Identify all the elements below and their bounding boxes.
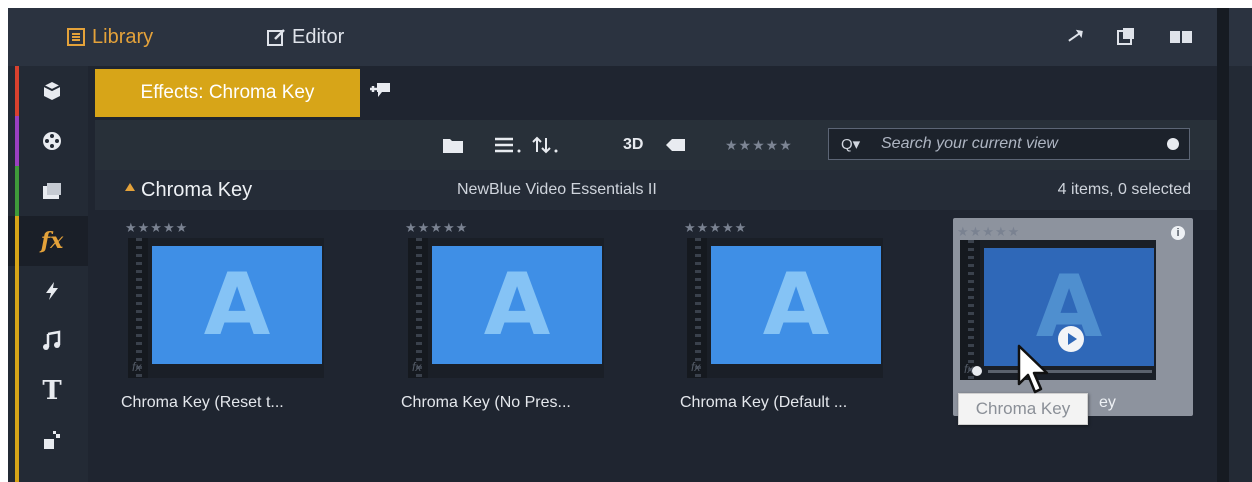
search-box[interactable]: Q▾ Search your current view — [828, 128, 1190, 160]
folder-icon[interactable] — [442, 133, 464, 157]
sidebar-item-montage[interactable] — [8, 416, 88, 466]
effect-item[interactable]: ★★★★★ A fx Chroma Key (Default ... — [680, 214, 940, 414]
pin-tab-icon[interactable] — [368, 79, 392, 103]
item-rating[interactable]: ★★★★★ — [405, 220, 468, 236]
preview-scrubber[interactable] — [988, 370, 1152, 373]
sidebar-item-effects[interactable]: fx — [8, 216, 88, 266]
sidebar-item-project-bins[interactable] — [8, 66, 88, 116]
filmstrip-icon — [408, 238, 428, 378]
effect-thumbnail[interactable]: A fx — [128, 238, 324, 378]
titles-icon: T — [42, 376, 62, 406]
app-window: Library Editor fx T Effects: Chroma Key … — [8, 8, 1252, 482]
sidebar-item-disc-menus[interactable] — [8, 166, 88, 216]
tab-editor-label: Editor — [292, 25, 345, 48]
top-bar: Library Editor — [8, 8, 1217, 66]
view-3d-toggle[interactable]: 3D — [623, 133, 643, 157]
effect-thumbnail[interactable]: A fx — [408, 238, 604, 378]
category-color-bar — [15, 216, 19, 266]
transitions-icon — [39, 278, 65, 304]
list-view-icon[interactable] — [493, 133, 523, 157]
library-icon — [66, 27, 86, 47]
item-rating[interactable]: ★★★★★ — [125, 220, 188, 236]
play-preview-icon[interactable] — [1058, 326, 1084, 352]
item-label: Chroma Key (No Pres... — [401, 394, 571, 411]
section-header: Chroma Key NewBlue Video Essentials II 4… — [95, 170, 1217, 210]
fx-icon: fx — [691, 360, 701, 374]
rating-filter[interactable]: ★★★★★ — [725, 133, 793, 157]
item-rating[interactable]: ★★★★★ — [957, 224, 1020, 240]
effect-item-hovered[interactable]: ★★★★★ i A fx ey — [953, 218, 1193, 416]
thumbnail-letter: A — [483, 255, 551, 355]
category-color-bar — [15, 166, 19, 216]
filmstrip-icon — [687, 238, 707, 378]
thumbnail-frame: A — [152, 246, 322, 364]
montage-icon — [39, 428, 65, 454]
sidebar-item-media[interactable] — [8, 116, 88, 166]
thumbnail-frame: A — [432, 246, 602, 364]
effects-chroma-key-tab[interactable]: Effects: Chroma Key — [95, 69, 360, 117]
category-color-bar — [15, 116, 19, 166]
audio-icon — [39, 328, 65, 354]
category-color-bar — [15, 416, 19, 466]
fx-icon: fx — [964, 362, 974, 376]
fx-icon: fx — [132, 360, 142, 374]
section-package: NewBlue Video Essentials II — [457, 181, 657, 198]
category-color-bar — [15, 66, 19, 116]
panel-divider[interactable] — [1217, 8, 1229, 482]
swap-icon[interactable] — [1064, 25, 1088, 49]
media-icon — [39, 128, 65, 154]
tab-library[interactable]: Library — [66, 8, 153, 66]
export-icon[interactable] — [1114, 25, 1138, 49]
thumbnail-frame: A — [711, 246, 881, 364]
effect-thumbnail[interactable]: A fx — [687, 238, 883, 378]
edit-icon — [266, 27, 286, 47]
tab-library-label: Library — [92, 25, 154, 48]
tag-icon[interactable] — [665, 133, 687, 157]
sidebar-item-titles[interactable]: T — [8, 366, 88, 416]
layout-icon[interactable] — [1169, 25, 1193, 49]
section-count: 4 items, 0 selected — [1057, 181, 1191, 198]
tab-editor[interactable]: Editor — [266, 8, 344, 66]
filmstrip-icon — [128, 238, 148, 378]
search-input[interactable]: Search your current view — [881, 135, 1058, 153]
category-color-bar — [15, 366, 19, 416]
scrubber-handle[interactable] — [972, 366, 982, 376]
sort-icon[interactable] — [531, 133, 561, 157]
clear-search-icon[interactable] — [1167, 138, 1179, 150]
right-panel — [1229, 66, 1252, 482]
sidebar-item-audio[interactable] — [8, 316, 88, 366]
collapse-triangle-icon[interactable] — [125, 183, 135, 191]
effect-item[interactable]: ★★★★★ A fx Chroma Key (Reset t... — [121, 214, 381, 414]
category-color-bar — [15, 266, 19, 316]
item-label: Chroma Key (Reset t... — [121, 394, 284, 411]
effect-item[interactable]: ★★★★★ A fx Chroma Key (No Pres... — [401, 214, 661, 414]
fx-icon: fx — [412, 360, 422, 374]
disc-menu-icon — [39, 178, 65, 204]
filmstrip-icon — [960, 240, 980, 380]
info-icon[interactable]: i — [1171, 226, 1185, 240]
item-label: Chroma Key (Default ... — [680, 394, 848, 411]
effect-thumbnail[interactable]: A fx — [960, 240, 1156, 380]
sidebar-item-transitions[interactable] — [8, 266, 88, 316]
sidebar-item-more[interactable] — [8, 466, 88, 482]
mouse-cursor-icon — [1016, 344, 1052, 398]
section-title[interactable]: Chroma Key — [141, 179, 252, 202]
item-rating[interactable]: ★★★★★ — [684, 220, 747, 236]
category-color-bar — [15, 316, 19, 366]
search-dropdown-icon[interactable]: Q▾ — [841, 135, 860, 153]
category-color-bar — [15, 466, 19, 482]
library-toolbar: 3D ★★★★★ Q▾ Search your current view — [95, 120, 1217, 170]
right-panel-header — [1229, 8, 1252, 66]
thumbnail-letter: A — [762, 255, 830, 355]
effects-icon: fx — [40, 228, 64, 254]
thumbnail-letter: A — [203, 255, 271, 355]
item-label-visible-part: ey — [1099, 394, 1116, 411]
category-sidebar: fx T — [8, 66, 88, 482]
project-bin-icon — [39, 78, 65, 104]
